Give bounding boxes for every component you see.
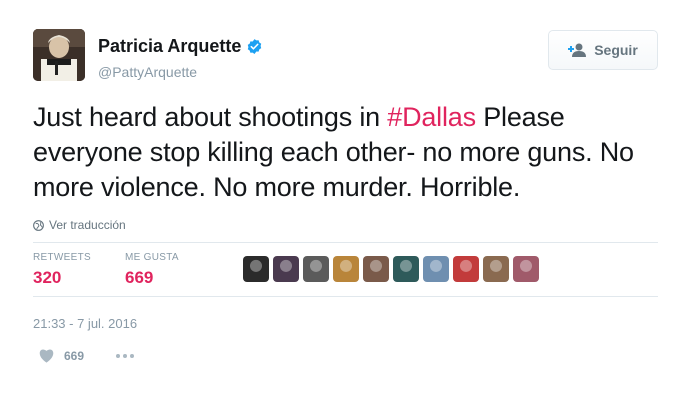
more-icon[interactable] [116,353,135,358]
retweets-label: RETWEETS [33,252,91,263]
translate-link[interactable]: Ver traducción [33,218,126,232]
like-count: 669 [64,348,85,363]
liker-avatars [243,256,539,282]
liker-avatar[interactable] [393,256,419,282]
hashtag-link[interactable]: #Dallas [387,102,476,132]
liker-avatar[interactable] [483,256,509,282]
liker-avatar[interactable] [513,256,539,282]
globe-icon [33,219,44,231]
retweets-stat[interactable]: RETWEETS 320 [33,252,91,288]
likes-count: 669 [125,268,154,287]
liker-avatar[interactable] [423,256,449,282]
tweet-actions: 669 [38,348,135,363]
liker-avatar[interactable] [453,256,479,282]
like-button[interactable]: 669 [38,348,84,363]
likes-label: ME GUSTA [125,252,179,263]
divider [33,296,658,297]
verified-badge-icon [246,38,263,55]
heart-icon [39,349,54,363]
follow-button-label: Seguir [594,42,638,58]
author-display-name[interactable]: Patricia Arquette [98,36,241,57]
likes-stat[interactable]: ME GUSTA 669 [125,252,179,288]
liker-avatar[interactable] [303,256,329,282]
author-avatar[interactable] [33,29,85,81]
add-user-icon [568,43,587,57]
liker-avatar[interactable] [363,256,389,282]
liker-avatar[interactable] [273,256,299,282]
tweet-text-start: Just heard about shootings in [33,102,388,132]
tweet-timestamp[interactable]: 21:33 - 7 jul. 2016 [33,316,137,331]
divider [33,242,658,243]
liker-avatar[interactable] [243,256,269,282]
liker-avatar[interactable] [333,256,359,282]
follow-button[interactable]: Seguir [548,30,658,70]
tweet-text: Just heard about shootings in #Dallas Pl… [33,100,663,205]
translate-label: Ver traducción [49,218,126,232]
author-handle[interactable]: @PattyArquette [98,64,197,80]
retweets-count: 320 [33,268,62,287]
author-name[interactable]: Patricia Arquette [98,36,263,57]
